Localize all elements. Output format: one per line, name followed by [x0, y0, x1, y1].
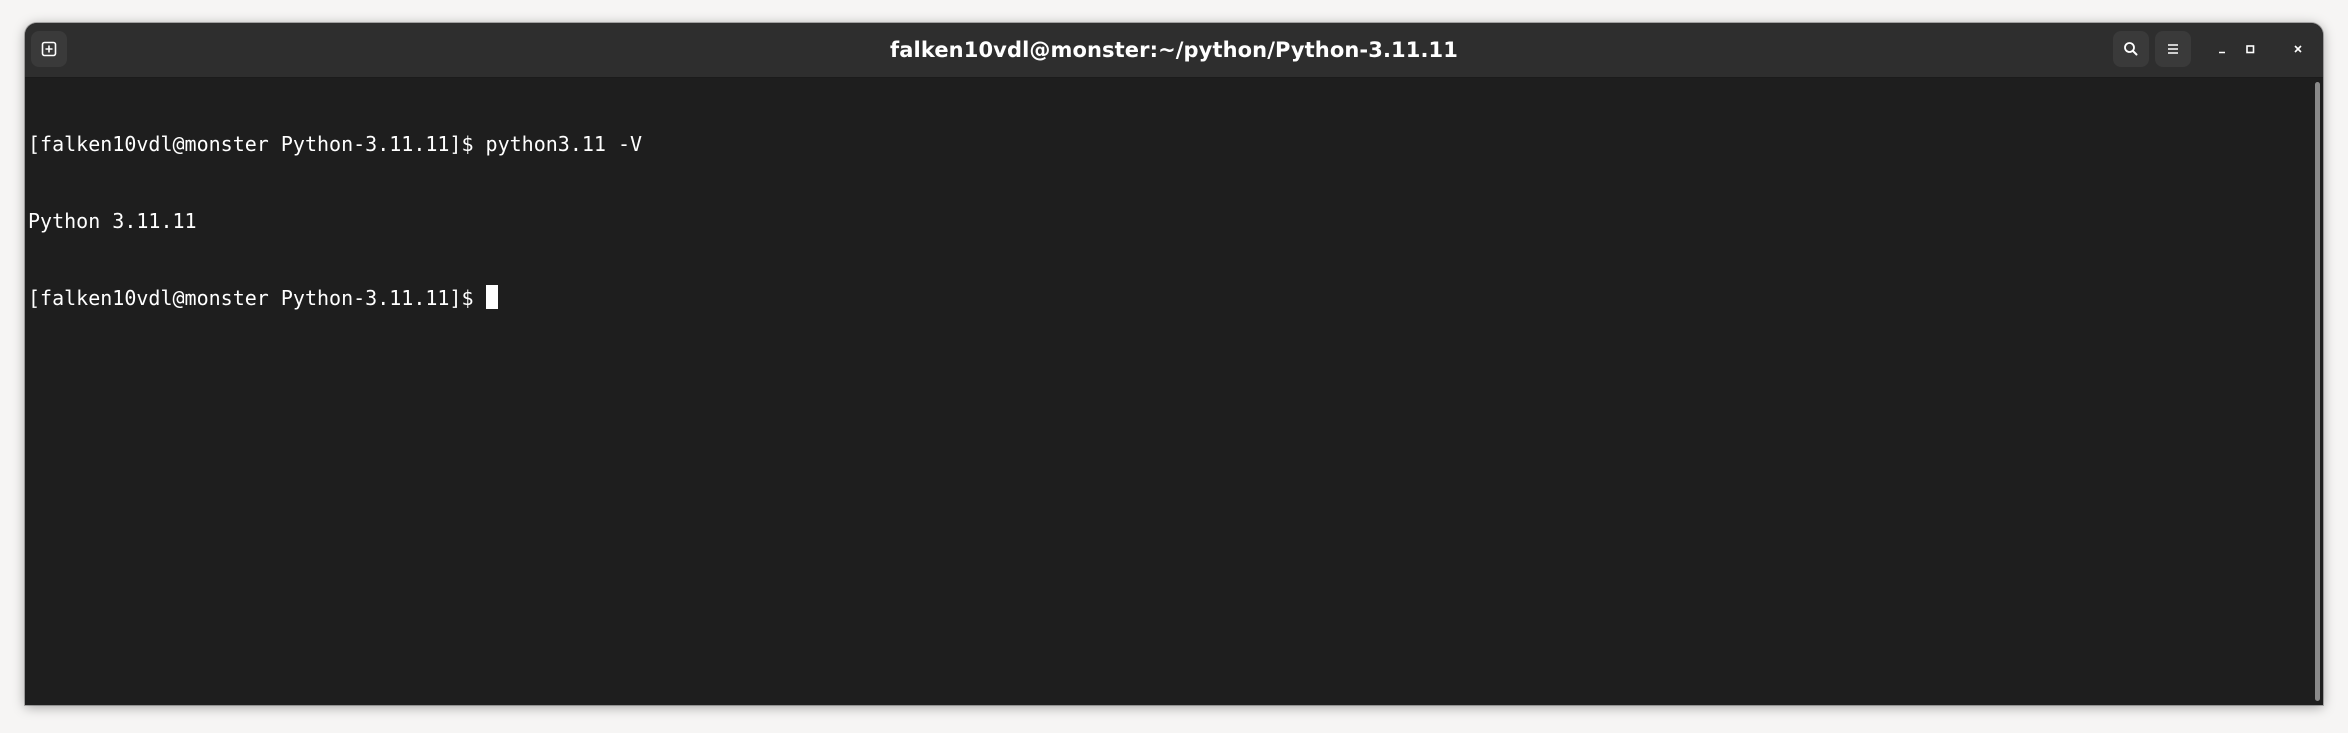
scrollbar[interactable]	[2312, 78, 2323, 705]
window-title: falken10vdl@monster:~/python/Python-3.11…	[890, 38, 1458, 62]
terminal-line: [falken10vdl@monster Python-3.11.11]$ py…	[28, 132, 643, 156]
minimize-icon	[2215, 42, 2229, 56]
text-cursor	[485, 285, 498, 309]
terminal-prompt-line: [falken10vdl@monster Python-3.11.11]$	[28, 285, 2313, 311]
scrollbar-thumb[interactable]	[2315, 82, 2320, 701]
search-icon	[2122, 40, 2140, 58]
hamburger-menu-icon	[2164, 40, 2182, 58]
terminal-line: Python 3.11.11	[28, 208, 197, 233]
minimize-button[interactable]	[2209, 36, 2235, 62]
search-button[interactable]	[2113, 31, 2149, 67]
terminal-output[interactable]: [falken10vdl@monster Python-3.11.11]$ py…	[25, 78, 2313, 705]
maximize-button[interactable]	[2237, 36, 2263, 62]
close-icon	[2291, 42, 2305, 56]
close-button[interactable]	[2285, 36, 2311, 62]
maximize-icon	[2243, 42, 2257, 56]
terminal-window: falken10vdl@monster:~/python/Python-3.11…	[25, 23, 2323, 705]
titlebar: falken10vdl@monster:~/python/Python-3.11…	[25, 23, 2323, 78]
main-menu-button[interactable]	[2155, 31, 2191, 67]
